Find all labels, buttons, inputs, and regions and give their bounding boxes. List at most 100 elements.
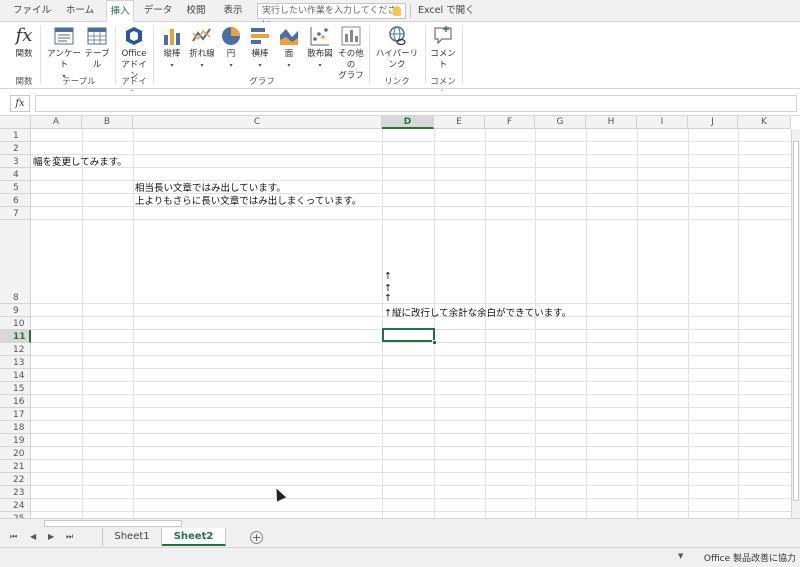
column-chart-label: 縦棒 <box>163 49 181 59</box>
row-header[interactable]: 21 <box>0 460 31 473</box>
row-header[interactable]: 24 <box>0 499 31 512</box>
group-divider <box>425 26 426 84</box>
line-chart-button[interactable]: 折れ線 ▾ <box>187 25 217 71</box>
cell-c5[interactable]: 相当長い文章ではみ出しています。 <box>135 180 286 194</box>
row-header[interactable]: 14 <box>0 369 31 382</box>
group-links-label: リンク <box>384 77 410 87</box>
bar-chart-button[interactable]: 横棒 ▾ <box>247 25 273 71</box>
horizontal-scroll-thumb[interactable] <box>44 520 182 527</box>
survey-icon <box>53 25 75 47</box>
row-header[interactable]: 2 <box>0 142 31 155</box>
row-header[interactable]: 20 <box>0 447 31 460</box>
hyperlink-button[interactable]: ハイパーリンク <box>372 25 422 71</box>
vertical-scrollbar[interactable] <box>791 129 800 518</box>
add-sheet-button[interactable]: + <box>250 531 263 544</box>
fill-handle[interactable] <box>432 340 437 345</box>
row-header[interactable]: 12 <box>0 343 31 356</box>
cell-d8-line-3[interactable]: ↑ <box>384 293 392 304</box>
column-header-d[interactable]: D <box>382 116 434 129</box>
column-header-b[interactable]: B <box>82 116 133 129</box>
pie-chart-label: 円 <box>226 49 236 59</box>
next-sheet-icon[interactable]: ▶ <box>48 532 54 541</box>
gridline <box>382 129 383 518</box>
area-chart-button[interactable]: 面 ▾ <box>277 25 301 71</box>
row-header[interactable]: 13 <box>0 356 31 369</box>
row-header[interactable]: 1 <box>0 129 31 142</box>
survey-button[interactable]: アンケート ▾ <box>44 25 84 82</box>
horizontal-scrollbar[interactable] <box>0 518 800 528</box>
row-header[interactable]: 9 <box>0 304 31 317</box>
chevron-down-icon[interactable]: ▼ <box>678 552 683 560</box>
column-header-j[interactable]: J <box>688 116 738 129</box>
last-sheet-icon[interactable]: ⏭ <box>66 532 73 542</box>
table-button[interactable]: テーブル <box>82 25 112 71</box>
row-header[interactable]: 22 <box>0 473 31 486</box>
scatter-chart-button[interactable]: 散布図 ▾ <box>305 25 335 71</box>
feedback-link[interactable]: Office 製品改善に協力 <box>704 551 796 564</box>
row-header[interactable]: 16 <box>0 395 31 408</box>
row-header[interactable]: 23 <box>0 486 31 499</box>
gridline <box>31 342 791 343</box>
tab-view[interactable]: 表示 <box>216 0 250 22</box>
tab-review[interactable]: 校閲 <box>182 0 210 22</box>
group-charts-label: グラフ <box>249 77 275 87</box>
function-icon: fx <box>15 25 33 46</box>
column-header-k[interactable]: K <box>738 116 791 129</box>
insert-function-button[interactable]: fx <box>10 95 30 112</box>
active-cell-d11[interactable] <box>382 328 435 342</box>
column-chart-button[interactable]: 縦棒 ▾ <box>158 25 186 71</box>
column-header-h[interactable]: H <box>586 116 637 129</box>
row-header[interactable]: 11 <box>0 330 31 343</box>
tell-me-input[interactable]: 実行したい作業を入力してください <box>257 3 406 30</box>
column-header-a[interactable]: A <box>31 116 82 129</box>
sheet-tab-sheet1[interactable]: Sheet1 <box>102 528 162 546</box>
tab-file[interactable]: ファイル <box>8 0 56 22</box>
column-header-f[interactable]: F <box>485 116 535 129</box>
group-divider <box>462 26 463 84</box>
group-divider <box>369 26 370 84</box>
column-header-c[interactable]: C <box>133 116 382 129</box>
row-header[interactable]: 5 <box>0 181 31 194</box>
gridline <box>586 129 587 518</box>
first-sheet-icon[interactable]: ⏮ <box>10 532 17 542</box>
scatter-chart-label: 散布図 <box>307 49 333 59</box>
row-header[interactable]: 6 <box>0 194 31 207</box>
row-header[interactable]: 3 <box>0 155 31 168</box>
open-in-excel-button[interactable]: Excel で開く <box>418 0 475 22</box>
gridline <box>637 129 638 518</box>
comment-icon <box>432 25 454 47</box>
group-tables-label: テーブル <box>62 77 96 87</box>
group-functions-label: 関数 <box>15 77 33 87</box>
vertical-scroll-thumb[interactable] <box>793 141 799 501</box>
column-header-g[interactable]: G <box>535 116 586 129</box>
row-header[interactable]: 4 <box>0 168 31 181</box>
cell-d9[interactable]: ↑縦に改行して余計な余白ができています。 <box>384 305 571 319</box>
tab-insert[interactable]: 挿入 <box>106 0 134 23</box>
row-header[interactable]: 8 <box>0 220 31 304</box>
gridline <box>31 472 791 473</box>
row-header[interactable]: 7 <box>0 207 31 220</box>
row-header[interactable]: 15 <box>0 382 31 395</box>
tab-data[interactable]: データ <box>140 0 176 22</box>
spreadsheet-grid[interactable]: A B C D E F G H I J K 1 2 3 4 5 6 7 8 9 10 11 12 13 1… <box>0 116 800 518</box>
column-header-e[interactable]: E <box>434 116 485 129</box>
column-header-i[interactable]: I <box>637 116 688 129</box>
row-header[interactable]: 18 <box>0 421 31 434</box>
row-header[interactable]: 10 <box>0 317 31 330</box>
prev-sheet-icon[interactable]: ◀ <box>30 532 36 541</box>
formula-input[interactable] <box>35 95 797 112</box>
cell-d8-line-1[interactable]: ↑ <box>384 271 392 282</box>
cell-a3[interactable]: 幅を変更してみます。 <box>33 154 127 168</box>
other-charts-button[interactable]: その他の グラフ <box>335 25 367 82</box>
select-all-corner[interactable] <box>0 116 31 129</box>
comment-button[interactable]: コメント <box>428 25 458 71</box>
comment-label: コメント <box>430 49 456 70</box>
function-button[interactable]: fx 関数 <box>10 25 38 60</box>
row-header[interactable]: 19 <box>0 434 31 447</box>
row-header[interactable]: 17 <box>0 408 31 421</box>
office-addin-button[interactable]: Office アドイン <box>118 25 150 82</box>
pie-chart-button[interactable]: 円 ▾ <box>219 25 243 71</box>
sheet-tab-sheet2[interactable]: Sheet2 <box>162 528 226 546</box>
tab-home[interactable]: ホーム <box>60 0 100 22</box>
cell-c6[interactable]: 上よりもさらに長い文章ではみ出しまくっています。 <box>135 193 361 207</box>
